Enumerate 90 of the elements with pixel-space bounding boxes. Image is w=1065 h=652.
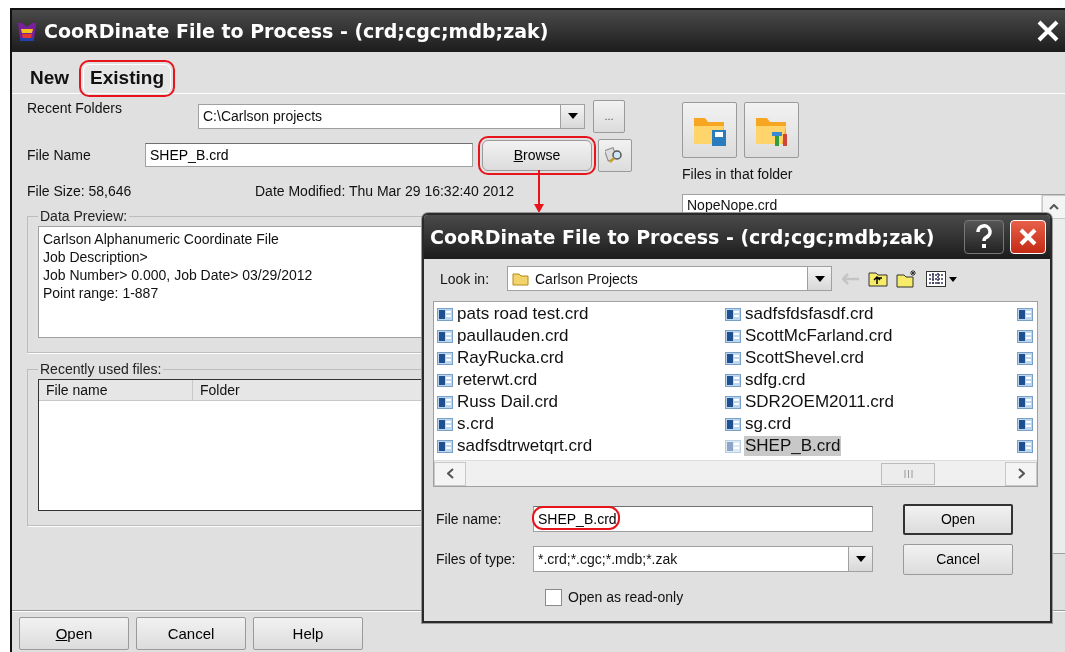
- grip-icon: [903, 469, 913, 478]
- column-header[interactable]: File name: [39, 380, 193, 400]
- open-button[interactable]: Open: [903, 503, 1013, 535]
- dropdown-arrow-icon: [567, 113, 578, 119]
- file-name-field[interactable]: SHEP_B.crd: [145, 143, 473, 167]
- group-title: Data Preview:: [39, 208, 129, 224]
- file-list[interactable]: pats road test.crd paullauden.crd RayRucka.crd reterwt.crd Russ Dail.crd s.crd sadfsdtrwetqrt.crd sadfsfdsfasdf.crd ScottMcFarland.crd ScottShevel.crd sdfg.crd SDR2OEM2011.crd sg.crd SHEP_B.crd: [433, 301, 1038, 487]
- help-icon: [975, 224, 993, 250]
- chevron-up-icon: [1049, 204, 1059, 210]
- magnifier-icon: [605, 146, 625, 164]
- file-name-label: File name:: [435, 511, 503, 527]
- look-in-dropdown[interactable]: Carlson Projects: [507, 266, 832, 291]
- up-folder-icon[interactable]: [868, 270, 888, 287]
- file-icon: [1017, 439, 1033, 453]
- new-folder-icon[interactable]: [896, 269, 918, 288]
- tab[interactable]: New: [24, 65, 76, 93]
- cancel-button[interactable]: Cancel: [903, 543, 1013, 575]
- file-icon: [1017, 417, 1033, 431]
- file-icon: [437, 351, 453, 365]
- folder-save-button[interactable]: [682, 102, 737, 158]
- field-label: File Name: [27, 147, 92, 163]
- footer-button[interactable]: Open: [19, 617, 129, 650]
- group-title: Recently used files:: [39, 361, 163, 377]
- close-icon[interactable]: [1035, 18, 1061, 44]
- horizontal-scrollbar[interactable]: [434, 460, 1037, 486]
- file-icon: [725, 439, 741, 453]
- help-button[interactable]: [964, 220, 1004, 254]
- preview-line: Carlson Alphanumeric Coordinate File: [43, 230, 279, 248]
- view-menu-icon[interactable]: [926, 270, 958, 287]
- window-title: CooRDinate File to Process - (crd;cgc;mdb;zak): [44, 20, 550, 42]
- chevron-left-icon: [446, 468, 454, 479]
- files-in-folder-label: Files in that folder: [682, 166, 794, 182]
- close-icon: [1018, 227, 1038, 247]
- close-button[interactable]: [1010, 220, 1046, 254]
- file-icon: [725, 417, 741, 431]
- file-icon: [437, 439, 453, 453]
- file-item[interactable]: ScottShevel.crd: [744, 348, 866, 368]
- folder-icon: [512, 271, 529, 286]
- file-icon: [1017, 373, 1033, 387]
- footer-button[interactable]: Help: [253, 617, 363, 650]
- file-icon: [725, 329, 741, 343]
- file-item[interactable]: s.crd: [456, 414, 495, 434]
- file-item[interactable]: pats road test.crd: [456, 304, 590, 324]
- recent-folders-dropdown[interactable]: C:\Carlson projects: [198, 103, 585, 129]
- file-item[interactable]: RayRucka.crd: [456, 348, 565, 368]
- file-type-label: Files of type:: [435, 551, 517, 567]
- file-icon: [725, 307, 741, 321]
- dropdown-arrow-icon: [814, 275, 825, 282]
- annotation-arrow: [533, 170, 545, 214]
- file-icon: [437, 373, 453, 387]
- file-item[interactable]: SHEP_B.crd: [744, 436, 842, 456]
- preview-line: Job Number> 0.000, Job Date> 03/29/2012: [43, 266, 313, 284]
- file-type-dropdown[interactable]: *.crd;*.cgc;*.mdb;*.zak: [533, 546, 873, 572]
- file-item[interactable]: paullauden.crd: [456, 326, 570, 346]
- dialog-title: CooRDinate File to Process - (crd;cgc;mdb;zak): [430, 226, 936, 248]
- file-icon: [1017, 351, 1033, 365]
- file-item[interactable]: sg.crd: [744, 414, 793, 434]
- file-item[interactable]: sadfsdtrwetqrt.crd: [456, 436, 594, 456]
- file-icon: [725, 395, 741, 409]
- file-icon: [1017, 395, 1033, 409]
- file-item[interactable]: sdfg.crd: [744, 370, 807, 390]
- scroll-up-button[interactable]: [1042, 195, 1065, 219]
- app-logo-icon: [16, 20, 38, 42]
- read-only-checkbox[interactable]: [545, 588, 562, 606]
- date-modified-text: Date Modified: Thu Mar 29 16:32:40 2012: [255, 183, 514, 199]
- file-icon: [437, 307, 453, 321]
- preview-line: Point range: 1-887: [43, 284, 159, 302]
- file-icon: [1017, 329, 1033, 343]
- file-item[interactable]: SDR2OEM2011.crd: [744, 392, 895, 412]
- file-item[interactable]: sadfsfdsfasdf.crd: [744, 304, 875, 324]
- file-item[interactable]: ScottMcFarland.crd: [744, 326, 894, 346]
- preview-line: Job Description>: [43, 248, 148, 266]
- read-only-label: Open as read-only: [568, 589, 684, 605]
- file-icon: [725, 351, 741, 365]
- file-item[interactable]: NopeNope.crd: [687, 197, 1037, 213]
- file-icon: [1017, 307, 1033, 321]
- footer-button[interactable]: Cancel: [136, 617, 246, 650]
- chevron-right-icon: [1017, 468, 1025, 479]
- folder-picker-button[interactable]: ...: [593, 99, 625, 133]
- file-size-text: File Size: 58,646: [27, 183, 133, 199]
- find-file-button[interactable]: [598, 138, 632, 172]
- file-icon: [437, 329, 453, 343]
- file-icon: [437, 417, 453, 431]
- dropdown-arrow-icon: [855, 556, 866, 562]
- look-in-label: Look in:: [440, 270, 491, 287]
- file-icon: [725, 373, 741, 387]
- folder-tools-button[interactable]: [744, 102, 799, 158]
- file-name-field[interactable]: SHEP_B.crd: [533, 506, 873, 532]
- field-label: Recent Folders: [27, 99, 123, 116]
- file-icon: [437, 395, 453, 409]
